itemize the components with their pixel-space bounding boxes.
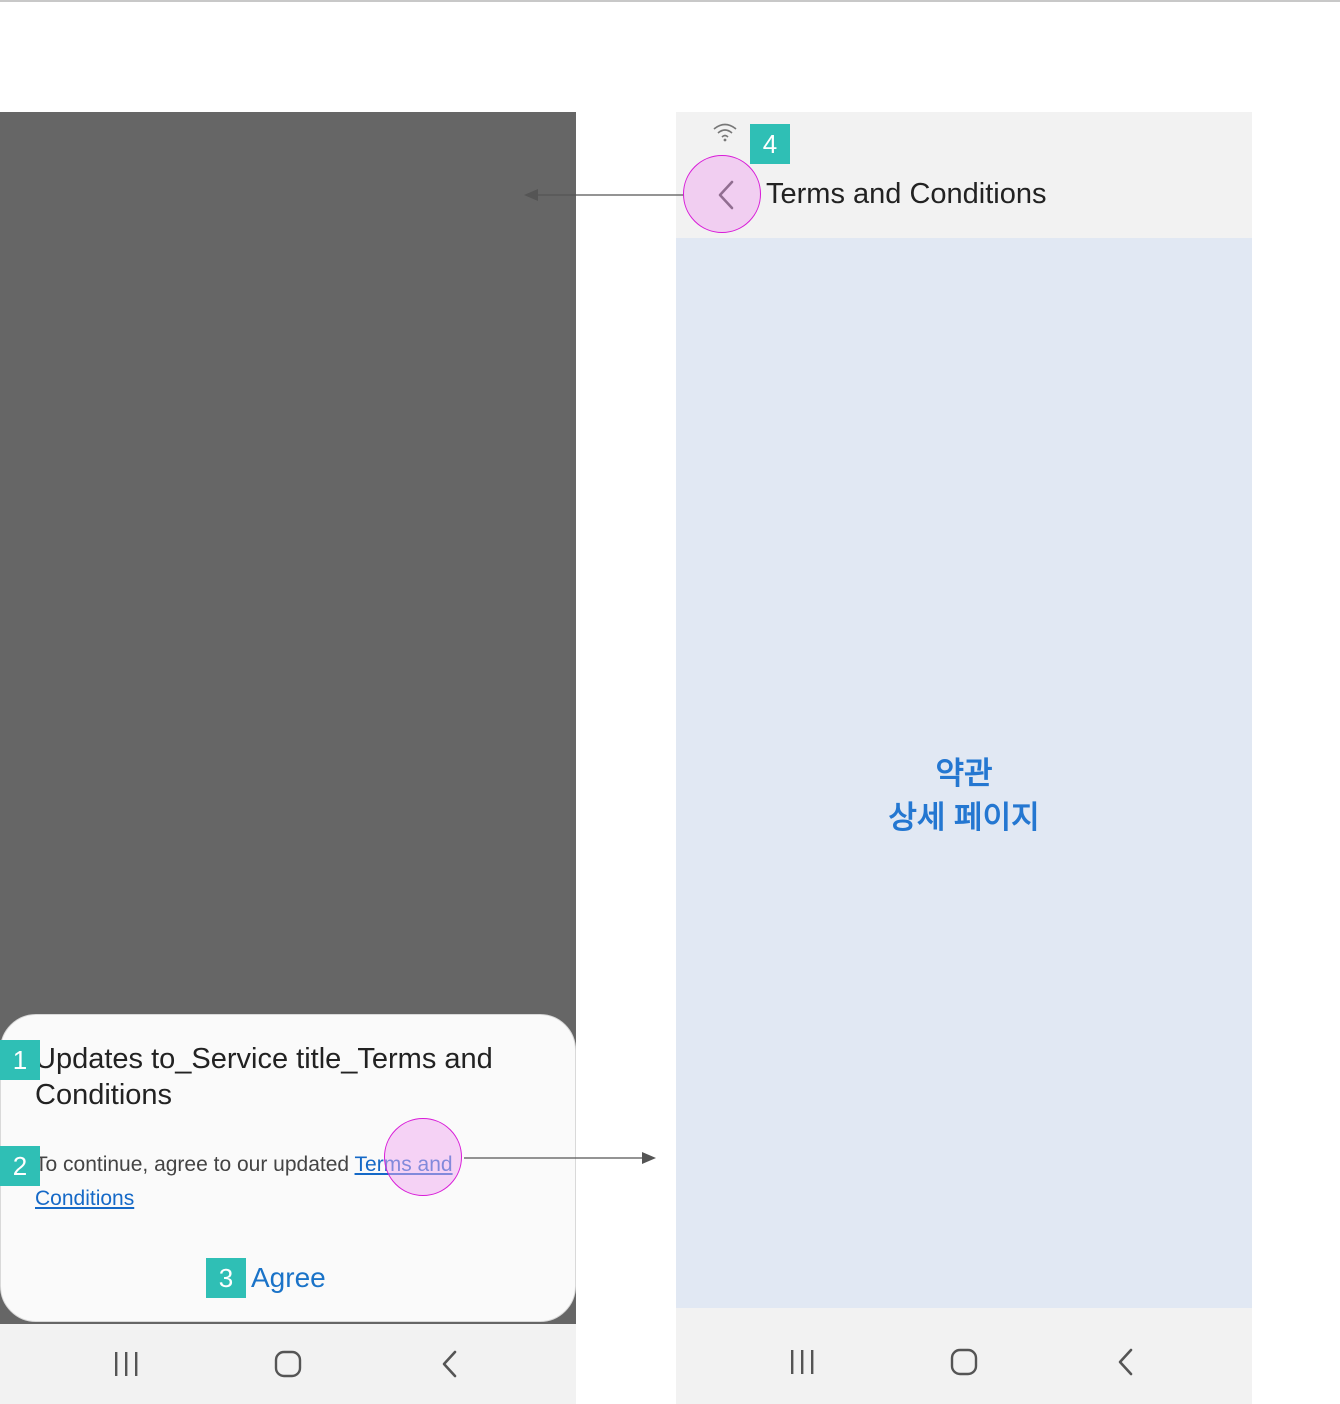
back-icon[interactable] <box>1106 1342 1146 1382</box>
home-icon[interactable] <box>944 1342 984 1382</box>
home-icon[interactable] <box>268 1344 308 1384</box>
page-title: Terms and Conditions <box>766 178 1047 210</box>
recents-icon[interactable] <box>782 1342 822 1382</box>
dialog-body-text: To continue, agree to our updated <box>35 1153 355 1176</box>
placeholder-line-1: 약관 <box>935 756 993 791</box>
tap-indicator-terms-link <box>384 1118 462 1196</box>
placeholder-text: 약관 상세 페이지 <box>676 752 1252 840</box>
system-nav-bar-right <box>676 1308 1252 1404</box>
top-divider <box>0 0 1340 2</box>
annotation-badge-3: 3 <box>206 1258 246 1298</box>
terms-content-placeholder: 약관 상세 페이지 <box>676 238 1252 1308</box>
dialog-title: Updates to_Service title_Terms and Condi… <box>35 1043 493 1111</box>
annotation-badge-1: 1 <box>0 1040 40 1080</box>
wifi-icon <box>713 123 737 142</box>
phone-screen-dialog: Updates to_Service title_Terms and Condi… <box>0 112 576 1404</box>
recents-icon[interactable] <box>106 1344 146 1384</box>
agree-button[interactable]: Agree <box>251 1260 326 1296</box>
system-nav-bar <box>0 1324 576 1404</box>
tap-indicator-back <box>683 155 761 233</box>
phone-screen-terms: Terms and Conditions 약관 상세 페이지 <box>676 112 1252 1404</box>
terms-update-dialog: Updates to_Service title_Terms and Condi… <box>0 1014 576 1322</box>
back-icon[interactable] <box>430 1344 470 1384</box>
annotation-badge-2: 2 <box>0 1146 40 1186</box>
annotation-badge-4: 4 <box>750 124 790 164</box>
placeholder-line-2: 상세 페이지 <box>888 800 1040 835</box>
